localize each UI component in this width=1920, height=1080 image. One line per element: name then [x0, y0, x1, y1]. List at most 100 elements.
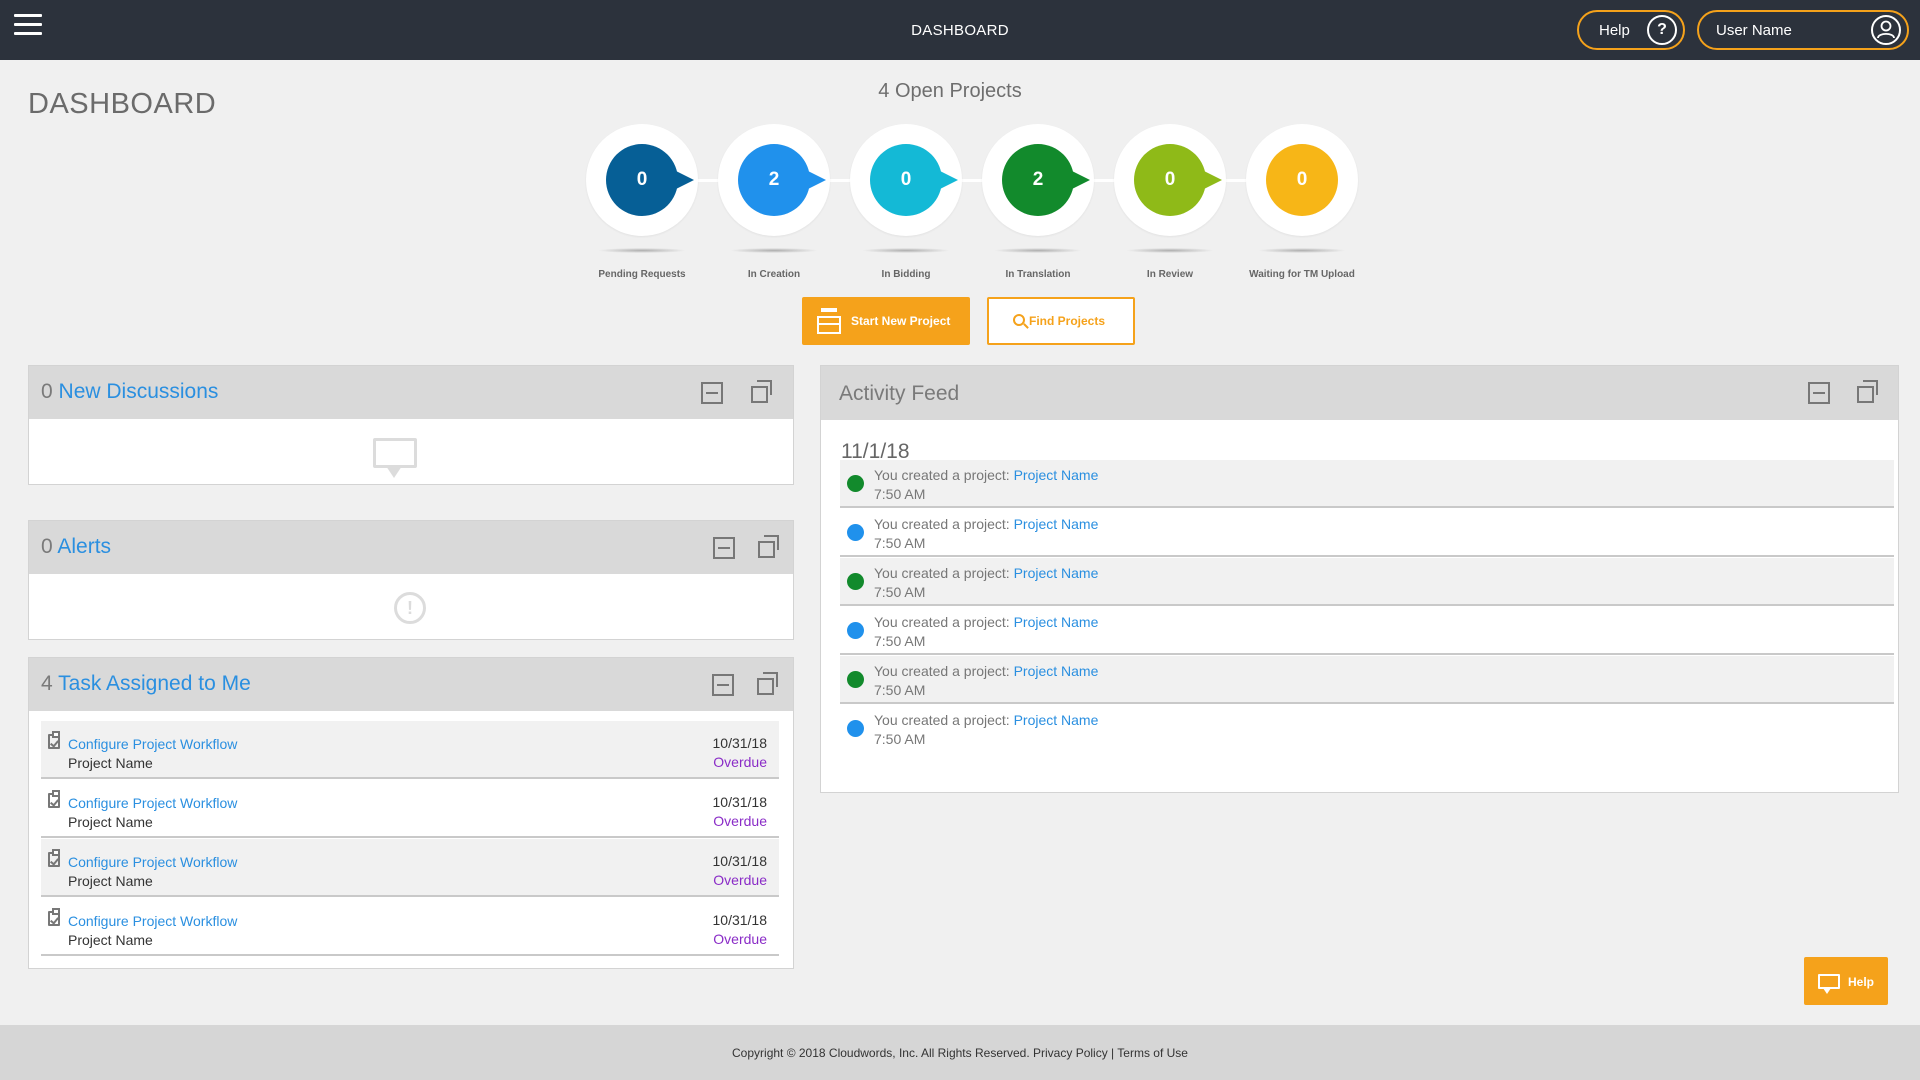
user-menu-button[interactable]: User Name	[1697, 10, 1909, 50]
project-link[interactable]: Project Name	[1014, 663, 1099, 679]
activity-feed-panel: Activity Feed 11/1/18 You created a proj…	[820, 365, 1899, 793]
privacy-policy-link[interactable]: Privacy Policy	[1033, 1046, 1108, 1060]
alert-icon: !	[394, 592, 426, 624]
stage-ring: 2	[982, 124, 1094, 236]
stage-pointer	[796, 165, 826, 195]
terms-of-use-link[interactable]: Terms of Use	[1117, 1046, 1188, 1060]
feed-item: You created a project: Project Name 7:50 …	[840, 460, 1894, 508]
feed-text: You created a project: Project Name	[874, 565, 1098, 581]
stage-label: Pending Requests	[598, 269, 686, 280]
stage-shadow	[1259, 248, 1345, 253]
stage-label: In Review	[1146, 269, 1194, 280]
feed-item: You created a project: Project Name 7:50 …	[840, 656, 1894, 704]
alerts-count: 0	[41, 535, 53, 558]
stage-pointer	[1060, 165, 1090, 195]
popout-icon[interactable]	[1857, 380, 1879, 403]
task-status: Overdue	[713, 931, 767, 947]
tasks-panel-title[interactable]: 4 Task Assigned to Me	[41, 672, 251, 696]
task-name-link[interactable]: Configure Project Workflow	[68, 736, 237, 752]
task-status: Overdue	[713, 872, 767, 888]
minimize-icon[interactable]	[712, 674, 734, 696]
task-name-link[interactable]: Configure Project Workflow	[68, 913, 237, 929]
activity-feed-header: Activity Feed	[821, 366, 1898, 420]
search-icon	[1013, 314, 1025, 326]
task-project: Project Name	[68, 873, 153, 889]
minimize-icon[interactable]	[713, 537, 735, 559]
find-projects-button[interactable]: Find Projects	[987, 297, 1135, 345]
task-due-date: 10/31/18	[712, 794, 768, 810]
pipeline-stage[interactable]: 2 In Translation	[963, 124, 1113, 280]
minimize-icon[interactable]	[701, 382, 723, 404]
footer-separator: |	[1111, 1046, 1115, 1060]
feed-action: You created a project:	[874, 712, 1014, 728]
feed-item: You created a project: Project Name 7:50 …	[840, 509, 1894, 557]
find-projects-label: Find Projects	[1029, 314, 1106, 328]
popout-icon[interactable]	[758, 535, 780, 558]
popout-icon[interactable]	[757, 672, 779, 695]
tasks-panel-header: 4 Task Assigned to Me	[29, 658, 793, 711]
project-link[interactable]: Project Name	[1014, 467, 1099, 483]
clipboard-check-icon	[48, 908, 60, 926]
status-dot	[847, 622, 864, 639]
pipeline-stage[interactable]: 0 Waiting for TM Upload	[1227, 124, 1377, 280]
task-name-link[interactable]: Configure Project Workflow	[68, 795, 237, 811]
tasks-title: Task Assigned to Me	[58, 672, 251, 695]
task-row: Configure Project Workflow Project Name 10…	[41, 898, 779, 956]
feed-item: You created a project: Project Name 7:50 …	[840, 705, 1894, 753]
stage-ring: 0	[1246, 124, 1358, 236]
pipeline-stage[interactable]: 0 Pending Requests	[567, 124, 717, 280]
feed-text: You created a project: Project Name	[874, 467, 1098, 483]
floating-help-button[interactable]: Help	[1804, 957, 1888, 1005]
start-new-project-label: Start New Project	[851, 314, 951, 328]
task-status: Overdue	[713, 754, 767, 770]
pipeline-stage[interactable]: 0 In Bidding	[831, 124, 981, 280]
feed-action: You created a project:	[874, 565, 1014, 581]
task-due-date: 10/31/18	[712, 853, 768, 869]
feed-text: You created a project: Project Name	[874, 516, 1098, 532]
project-link[interactable]: Project Name	[1014, 614, 1099, 630]
clipboard-check-icon	[48, 731, 60, 749]
feed-time: 7:50 AM	[874, 682, 926, 698]
stage-label: In Creation	[747, 269, 801, 280]
task-row: Configure Project Workflow Project Name 10…	[41, 780, 779, 838]
stage-label: In Translation	[1005, 269, 1071, 280]
discussions-panel-header: 0 New Discussions	[29, 366, 793, 419]
start-new-project-button[interactable]: Start New Project	[802, 297, 970, 345]
minimize-icon[interactable]	[1808, 382, 1830, 404]
stage-ring: 2	[718, 124, 830, 236]
status-dot	[847, 671, 864, 688]
activity-feed-title[interactable]: Activity Feed	[839, 382, 959, 406]
stage-ring: 0	[1114, 124, 1226, 236]
pipeline-stage[interactable]: 2 In Creation	[699, 124, 849, 280]
stage-pointer	[664, 165, 694, 195]
feed-action: You created a project:	[874, 516, 1014, 532]
discussions-panel-title[interactable]: 0 New Discussions	[41, 380, 218, 404]
stage-ring: 0	[850, 124, 962, 236]
popout-icon[interactable]	[751, 380, 773, 403]
help-button[interactable]: Help ?	[1577, 10, 1685, 50]
discussions-panel: 0 New Discussions	[28, 365, 794, 485]
discussions-count: 0	[41, 380, 53, 403]
feed-time: 7:50 AM	[874, 584, 926, 600]
task-name-link[interactable]: Configure Project Workflow	[68, 854, 237, 870]
alerts-panel-header: 0 Alerts	[29, 521, 793, 574]
discussions-title: New Discussions	[58, 380, 219, 403]
chat-bubble-icon	[1818, 974, 1840, 994]
feed-time: 7:50 AM	[874, 535, 926, 551]
task-status: Overdue	[713, 813, 767, 829]
stage-ring: 0	[586, 124, 698, 236]
stage-pointer	[1192, 165, 1222, 195]
project-link[interactable]: Project Name	[1014, 516, 1099, 532]
feed-text: You created a project: Project Name	[874, 712, 1098, 728]
project-link[interactable]: Project Name	[1014, 565, 1099, 581]
task-due-date: 10/31/18	[712, 735, 768, 751]
clipboard-check-icon	[48, 790, 60, 808]
project-link[interactable]: Project Name	[1014, 712, 1099, 728]
feed-action: You created a project:	[874, 614, 1014, 630]
alerts-panel-title[interactable]: 0 Alerts	[41, 535, 111, 559]
help-button-label: Help	[1599, 22, 1630, 39]
pipeline-stage[interactable]: 0 In Review	[1095, 124, 1245, 280]
stage-pointer	[928, 165, 958, 195]
task-project: Project Name	[68, 932, 153, 948]
stage-shadow	[599, 248, 685, 253]
